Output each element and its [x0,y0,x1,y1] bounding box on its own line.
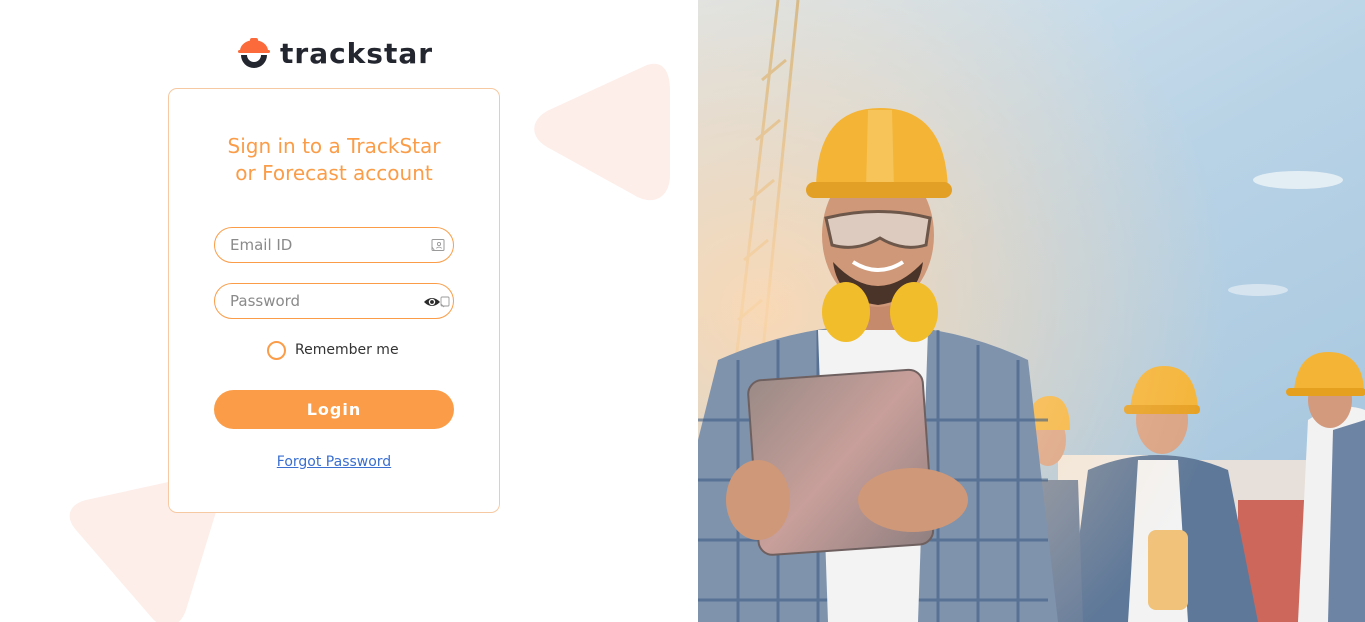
email-field-wrapper [214,227,454,263]
hero-illustration [698,0,1365,622]
login-button[interactable]: Login [214,390,454,429]
brand-name: trackstar [280,36,434,70]
hardhat-smile-logo [238,38,270,68]
signin-heading-line-2: or Forecast account [235,161,433,185]
login-panel: trackstar Sign in to a TrackStar or Fore… [0,0,698,622]
signin-card: Sign in to a TrackStar or Forecast accou… [168,88,500,513]
forgot-password-link[interactable]: Forgot Password [277,454,391,470]
login-page: trackstar Sign in to a TrackStar or Fore… [0,0,1365,622]
password-field-wrapper [214,283,454,319]
signin-heading: Sign in to a TrackStar or Forecast accou… [169,133,499,187]
remember-me-radio[interactable] [267,340,286,360]
eye-icon[interactable] [423,295,441,309]
forgot-password-container: Forgot Password [169,451,499,470]
construction-workers-photo [698,0,1365,622]
decorative-triangle-top [534,63,670,201]
brand: trackstar [236,35,433,71]
contact-card-icon[interactable] [431,238,445,252]
key-icon[interactable] [440,296,450,308]
email-input[interactable] [215,228,453,262]
remember-me-label: Remember me [295,342,399,358]
password-input[interactable] [215,284,453,318]
remember-me-checkbox[interactable]: Remember me [267,340,399,360]
signin-heading-line-1: Sign in to a TrackStar [227,134,441,158]
